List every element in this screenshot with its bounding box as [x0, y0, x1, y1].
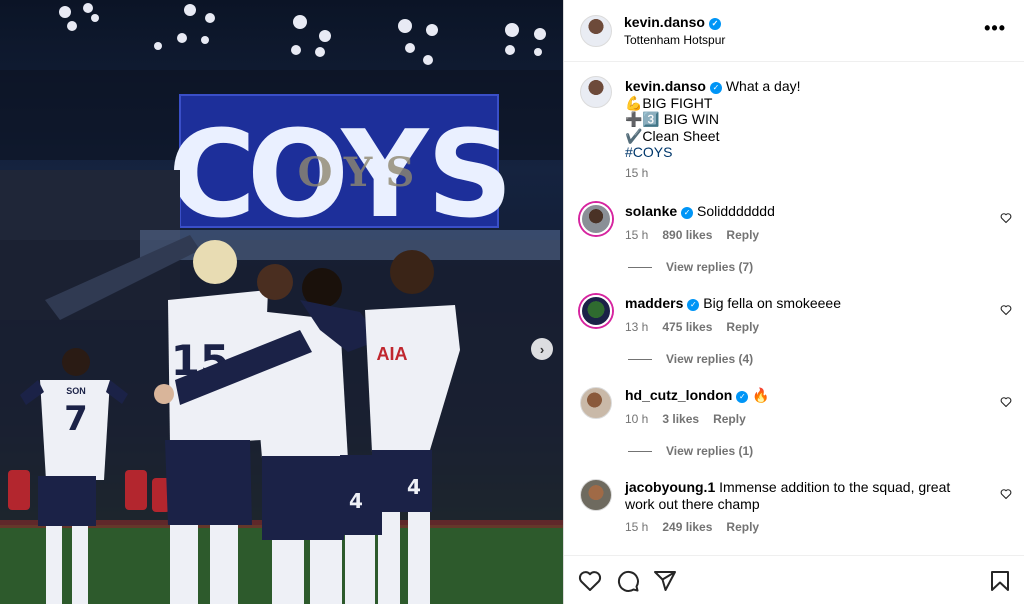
hashtag-link[interactable]: #COYS	[625, 144, 672, 160]
jersey-number: 7	[64, 399, 88, 439]
comment-body: hd_cutz_london ✓ 🔥	[625, 387, 975, 404]
scoreboard-shadow-letter: S	[386, 149, 415, 196]
like-comment-heart-icon[interactable]	[1000, 488, 1012, 500]
heart-icon[interactable]	[578, 569, 602, 593]
comment-text: Soliddddddd	[697, 203, 775, 219]
view-replies-label[interactable]: View replies (7)	[666, 260, 753, 274]
chevron-right-icon: ›	[539, 341, 545, 357]
comment-item: madders ✓ Big fella on smokeeee 13 h 475 l…	[564, 295, 1024, 375]
jersey-number: 4	[407, 475, 421, 499]
comment-meta: 15 h 890 likes Reply	[625, 228, 773, 242]
commenter-avatar[interactable]	[580, 479, 612, 511]
caption-line: What a day!	[725, 78, 801, 94]
scoreboard-letter: S	[427, 106, 513, 245]
verified-badge-icon: ✓	[681, 207, 694, 220]
view-replies-button[interactable]: View replies (7)	[628, 260, 753, 274]
divider	[628, 450, 652, 452]
caption-line: 💪BIG FIGHT	[625, 94, 713, 111]
commenter-avatar[interactable]	[580, 387, 612, 419]
caption-line: ✔️Clean Sheet	[625, 127, 720, 144]
caption-timestamp[interactable]: 15 h	[625, 166, 648, 180]
comment-likes[interactable]: 249 likes	[662, 520, 712, 534]
more-options-button[interactable]: •••	[984, 18, 1006, 39]
like-comment-heart-icon[interactable]	[1000, 212, 1012, 224]
like-comment-heart-icon[interactable]	[1000, 304, 1012, 316]
post-detail-panel: kevin.danso ✓ Tottenham Hotspur ••• kevin…	[564, 0, 1024, 604]
post-photo[interactable]: C O Y S O Y S SON 7 15 4 AIA 4 ›	[0, 0, 563, 604]
divider	[628, 266, 652, 268]
view-replies-label[interactable]: View replies (1)	[666, 444, 753, 458]
post-header: kevin.danso ✓ Tottenham Hotspur •••	[564, 0, 1024, 62]
post-action-bar	[564, 555, 1024, 604]
commenter-username[interactable]: jacobyoung.1	[625, 479, 715, 495]
verified-badge-icon: ✓	[736, 391, 749, 404]
verified-badge-icon: ✓	[687, 299, 700, 312]
comment-item: hd_cutz_london ✓ 🔥 10 h 3 likes Reply View …	[564, 387, 1024, 467]
commenter-username[interactable]: solanke	[625, 203, 677, 219]
comment-likes[interactable]: 3 likes	[662, 412, 699, 426]
comment-icon[interactable]	[616, 569, 640, 593]
scoreboard-shadow-letter: Y	[343, 149, 373, 196]
comment-body: madders ✓ Big fella on smokeeee	[625, 295, 975, 312]
comment-likes[interactable]: 475 likes	[662, 320, 712, 334]
comment-text: Big fella on smokeeee	[703, 295, 842, 311]
comment-meta: 13 h 475 likes Reply	[625, 320, 773, 334]
share-icon[interactable]	[653, 569, 677, 593]
comment-text: 🔥	[752, 387, 770, 403]
verified-badge-icon: ✓	[709, 82, 722, 95]
comment-meta: 10 h 3 likes Reply	[625, 412, 760, 426]
bookmark-icon[interactable]	[988, 569, 1012, 593]
author-subtitle: Tottenham Hotspur	[624, 33, 726, 47]
comment-item: jacobyoung.1 Immense addition to the squ…	[564, 479, 1024, 539]
stadium-lights	[59, 3, 546, 65]
reply-button[interactable]: Reply	[726, 320, 759, 334]
comment-item: solanke ✓ Soliddddddd 15 h 890 likes Reply …	[564, 203, 1024, 283]
jersey-number: 4	[349, 489, 363, 513]
commenter-avatar[interactable]	[580, 295, 612, 327]
view-replies-button[interactable]: View replies (4)	[628, 352, 753, 366]
caption-line: ➕3️⃣ BIG WIN	[625, 111, 719, 127]
shirt-sponsor: AIA	[377, 344, 408, 364]
next-photo-button[interactable]: ›	[531, 338, 553, 360]
reply-button[interactable]: Reply	[726, 520, 759, 534]
author-username-text[interactable]: kevin.danso	[624, 14, 705, 30]
comment-time[interactable]: 13 h	[625, 320, 648, 334]
caption-text: kevin.danso ✓ What a day! 💪BIG FIGHT ➕3️⃣…	[625, 78, 995, 161]
comment-body: solanke ✓ Soliddddddd	[625, 203, 975, 220]
verified-badge-icon: ✓	[708, 17, 721, 30]
jersey-name: SON	[66, 386, 86, 396]
like-comment-heart-icon[interactable]	[1000, 396, 1012, 408]
divider	[628, 358, 652, 360]
commenter-username[interactable]: hd_cutz_london	[625, 387, 732, 403]
reply-button[interactable]: Reply	[713, 412, 746, 426]
avatar[interactable]	[580, 76, 612, 108]
caption-username[interactable]: kevin.danso	[625, 78, 706, 94]
comment-likes[interactable]: 890 likes	[662, 228, 712, 242]
comment-time[interactable]: 15 h	[625, 228, 648, 242]
comment-time[interactable]: 10 h	[625, 412, 648, 426]
avatar[interactable]	[580, 15, 612, 47]
view-replies-label[interactable]: View replies (4)	[666, 352, 753, 366]
scoreboard-shadow-letter: O	[298, 149, 333, 196]
commenter-avatar[interactable]	[580, 203, 612, 235]
match-photo-illustration: C O Y S O Y S SON 7 15 4 AIA 4	[0, 3, 563, 604]
reply-button[interactable]: Reply	[726, 228, 759, 242]
comment-time[interactable]: 15 h	[625, 520, 648, 534]
commenter-username[interactable]: madders	[625, 295, 683, 311]
comment-meta: 15 h 249 likes Reply	[625, 520, 773, 534]
view-replies-button[interactable]: View replies (1)	[628, 444, 753, 458]
author-username[interactable]: kevin.danso ✓	[624, 14, 721, 30]
comment-body: jacobyoung.1 Immense addition to the squ…	[625, 479, 975, 512]
scoreboard-letter: C	[168, 106, 256, 245]
